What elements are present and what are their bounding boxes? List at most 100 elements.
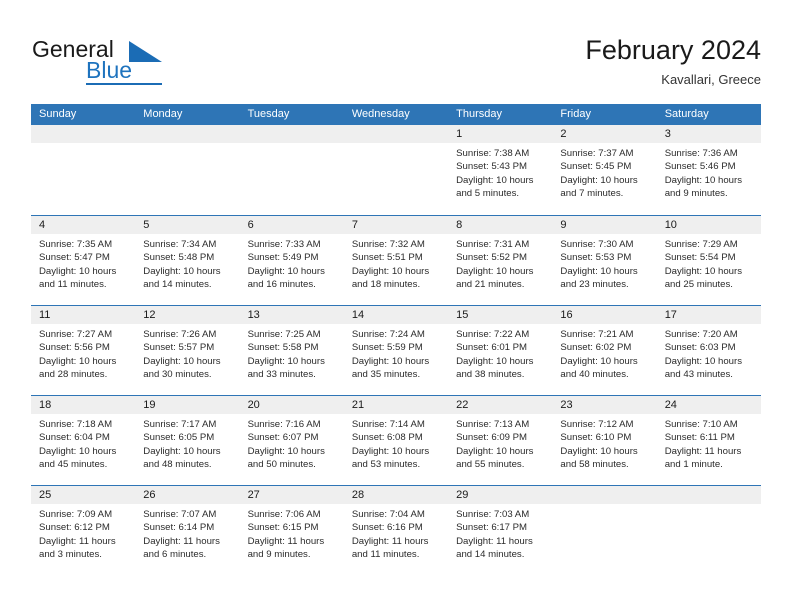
- calendar-day-cell[interactable]: 20 Sunrise: 7:16 AM Sunset: 6:07 PM Dayligh…: [239, 396, 344, 485]
- calendar-day-cell[interactable]: 24 Sunrise: 7:10 AM Sunset: 6:11 PM Dayligh…: [656, 396, 761, 485]
- calendar-day-cell[interactable]: 18 Sunrise: 7:18 AM Sunset: 6:04 PM Dayligh…: [31, 396, 136, 485]
- calendar-day-cell[interactable]: 16 Sunrise: 7:21 AM Sunset: 6:02 PM Dayligh…: [552, 306, 657, 395]
- day-number: 9: [560, 219, 567, 231]
- calendar-day-cell[interactable]: 14 Sunrise: 7:24 AM Sunset: 5:59 PM Dayligh…: [343, 306, 449, 395]
- calendar-day-cell[interactable]: 5 Sunrise: 7:34 AM Sunset: 5:48 PM Daylight…: [135, 216, 240, 305]
- day-details: Sunrise: 7:16 AM Sunset: 6:07 PM Daylight:…: [240, 414, 344, 472]
- daylight-duration-line1: Daylight: 10 hours: [39, 265, 117, 277]
- day-number-band: 4: [31, 216, 136, 234]
- daylight-duration-line1: Daylight: 10 hours: [456, 445, 534, 457]
- day-details: Sunrise: 7:14 AM Sunset: 6:08 PM Daylight:…: [344, 414, 448, 472]
- calendar-day-cell[interactable]: 8 Sunrise: 7:31 AM Sunset: 5:52 PM Daylight…: [448, 216, 553, 305]
- weekday-header-wednesday: Wednesday: [351, 108, 410, 120]
- triangle-logo-icon: [129, 41, 162, 62]
- sunrise-time: Sunrise: 7:31 AM: [456, 239, 530, 250]
- day-number-band: 24: [656, 396, 761, 414]
- calendar-week-row: 1 Sunrise: 7:38 AM Sunset: 5:43 PM Daylight…: [31, 125, 761, 215]
- day-number-band: 6: [239, 216, 344, 234]
- day-number-band: 3: [656, 125, 761, 143]
- sunrise-time: Sunrise: 7:29 AM: [664, 239, 738, 250]
- sunrise-time: Sunrise: 7:12 AM: [560, 419, 634, 430]
- calendar-day-cell[interactable]: 19 Sunrise: 7:17 AM Sunset: 6:05 PM Dayligh…: [135, 396, 240, 485]
- daylight-duration-line2: and 7 minutes.: [560, 188, 624, 200]
- calendar-page: General Blue February 2024 Kavallari, Gr…: [0, 0, 792, 612]
- calendar-weeks: 1 Sunrise: 7:38 AM Sunset: 5:43 PM Daylight…: [31, 125, 761, 575]
- day-details: Sunrise: 7:07 AM Sunset: 6:14 PM Daylight:…: [135, 504, 239, 562]
- calendar-day-cell[interactable]: 2 Sunrise: 7:37 AM Sunset: 5:45 PM Daylight…: [552, 125, 657, 215]
- calendar-day-cell[interactable]: 22 Sunrise: 7:13 AM Sunset: 6:09 PM Dayligh…: [448, 396, 553, 485]
- daylight-duration-line1: Daylight: 10 hours: [143, 445, 221, 457]
- calendar-day-cell[interactable]: 12 Sunrise: 7:26 AM Sunset: 5:57 PM Dayligh…: [135, 306, 240, 395]
- page-header: General Blue February 2024 Kavallari, Gr…: [0, 0, 792, 100]
- calendar-day-cell[interactable]: 11 Sunrise: 7:27 AM Sunset: 5:56 PM Dayligh…: [31, 306, 136, 395]
- calendar-day-cell[interactable]: 29 Sunrise: 7:03 AM Sunset: 6:17 PM Dayligh…: [448, 486, 553, 575]
- day-number-band: 14: [343, 306, 449, 324]
- sunrise-time: Sunrise: 7:26 AM: [143, 329, 217, 340]
- sunrise-time: Sunrise: 7:24 AM: [351, 329, 425, 340]
- daylight-duration-line1: Daylight: 10 hours: [351, 445, 430, 457]
- calendar-day-cell-empty: [656, 486, 761, 575]
- calendar-day-cell[interactable]: 4 Sunrise: 7:35 AM Sunset: 5:47 PM Daylight…: [31, 216, 136, 305]
- daylight-duration-line2: and 25 minutes.: [664, 279, 733, 291]
- day-details: Sunrise: 7:18 AM Sunset: 6:04 PM Daylight:…: [31, 414, 135, 472]
- sunrise-time: Sunrise: 7:22 AM: [456, 329, 530, 340]
- sunset-time: Sunset: 5:45 PM: [560, 161, 632, 173]
- calendar-day-cell[interactable]: 7 Sunrise: 7:32 AM Sunset: 5:51 PM Daylight…: [343, 216, 449, 305]
- daylight-duration-line1: Daylight: 10 hours: [560, 445, 638, 457]
- sunset-time: Sunset: 5:54 PM: [664, 252, 736, 264]
- day-number: 8: [456, 219, 463, 231]
- day-number-band: 10: [656, 216, 761, 234]
- calendar-day-cell[interactable]: 1 Sunrise: 7:38 AM Sunset: 5:43 PM Daylight…: [448, 125, 553, 215]
- calendar-day-cell[interactable]: 21 Sunrise: 7:14 AM Sunset: 6:08 PM Dayligh…: [343, 396, 449, 485]
- day-details: Sunrise: 7:21 AM Sunset: 6:02 PM Daylight:…: [552, 324, 656, 382]
- sunset-time: Sunset: 5:57 PM: [143, 342, 215, 354]
- daylight-duration-line1: Daylight: 10 hours: [247, 445, 325, 457]
- day-details: Sunrise: 7:29 AM Sunset: 5:54 PM Daylight:…: [657, 234, 761, 292]
- calendar-day-cell[interactable]: 23 Sunrise: 7:12 AM Sunset: 6:10 PM Dayligh…: [552, 396, 657, 485]
- sunrise-time: Sunrise: 7:20 AM: [664, 329, 738, 340]
- calendar-day-cell[interactable]: 26 Sunrise: 7:07 AM Sunset: 6:14 PM Dayligh…: [135, 486, 240, 575]
- calendar-day-cell[interactable]: 9 Sunrise: 7:30 AM Sunset: 5:53 PM Daylight…: [552, 216, 657, 305]
- daylight-duration-line2: and 18 minutes.: [351, 279, 421, 291]
- day-details: Sunrise: 7:03 AM Sunset: 6:17 PM Daylight:…: [448, 504, 552, 562]
- calendar-day-cell[interactable]: 15 Sunrise: 7:22 AM Sunset: 6:01 PM Dayligh…: [448, 306, 553, 395]
- daylight-duration-line1: Daylight: 10 hours: [456, 265, 534, 277]
- sunset-time: Sunset: 6:04 PM: [39, 432, 110, 444]
- daylight-duration-line2: and 53 minutes.: [351, 459, 421, 471]
- day-details: Sunrise: 7:26 AM Sunset: 5:57 PM Daylight:…: [135, 324, 239, 382]
- day-details: Sunrise: 7:35 AM Sunset: 5:47 PM Daylight:…: [31, 234, 135, 292]
- day-number: 2: [560, 128, 567, 140]
- day-details: Sunrise: 7:34 AM Sunset: 5:48 PM Daylight:…: [135, 234, 239, 292]
- day-details: Sunrise: 7:04 AM Sunset: 6:16 PM Daylight:…: [344, 504, 448, 562]
- day-number: 12: [143, 309, 156, 321]
- day-number-band: 29: [448, 486, 553, 504]
- day-details: Sunrise: 7:12 AM Sunset: 6:10 PM Daylight:…: [552, 414, 656, 472]
- sunset-time: Sunset: 6:14 PM: [143, 522, 215, 534]
- weekday-header-monday: Monday: [143, 108, 183, 120]
- daylight-duration-line1: Daylight: 11 hours: [247, 535, 325, 547]
- daylight-duration-line2: and 11 minutes.: [351, 549, 420, 561]
- daylight-duration-line2: and 21 minutes.: [456, 279, 525, 291]
- calendar-day-cell[interactable]: 27 Sunrise: 7:06 AM Sunset: 6:15 PM Dayligh…: [239, 486, 344, 575]
- daylight-duration-line2: and 6 minutes.: [143, 549, 207, 561]
- day-number-band: 28: [343, 486, 449, 504]
- sunset-time: Sunset: 6:11 PM: [664, 432, 735, 444]
- sunrise-time: Sunrise: 7:04 AM: [351, 509, 425, 520]
- calendar-day-cell[interactable]: 13 Sunrise: 7:25 AM Sunset: 5:58 PM Dayligh…: [239, 306, 344, 395]
- calendar-day-cell[interactable]: 25 Sunrise: 7:09 AM Sunset: 6:12 PM Dayligh…: [31, 486, 136, 575]
- calendar-day-cell[interactable]: 10 Sunrise: 7:29 AM Sunset: 5:54 PM Dayligh…: [656, 216, 761, 305]
- day-number-band: 18: [31, 396, 136, 414]
- day-details: Sunrise: 7:37 AM Sunset: 5:45 PM Daylight:…: [552, 143, 656, 201]
- calendar-day-cell-empty: [552, 486, 657, 575]
- day-number-band: 27: [239, 486, 344, 504]
- brand-logo[interactable]: General Blue: [32, 36, 272, 92]
- calendar-day-cell[interactable]: 3 Sunrise: 7:36 AM Sunset: 5:46 PM Daylight…: [656, 125, 761, 215]
- calendar-day-cell[interactable]: 17 Sunrise: 7:20 AM Sunset: 6:03 PM Dayligh…: [656, 306, 761, 395]
- calendar-day-cell[interactable]: 6 Sunrise: 7:33 AM Sunset: 5:49 PM Daylight…: [239, 216, 344, 305]
- page-subtitle: Kavallari, Greece: [661, 72, 761, 87]
- daylight-duration-line1: Daylight: 11 hours: [351, 535, 429, 547]
- day-number: 16: [560, 309, 573, 321]
- day-details: Sunrise: 7:09 AM Sunset: 6:12 PM Daylight:…: [31, 504, 135, 562]
- day-number-band: 11: [31, 306, 136, 324]
- calendar-day-cell[interactable]: 28 Sunrise: 7:04 AM Sunset: 6:16 PM Dayligh…: [343, 486, 449, 575]
